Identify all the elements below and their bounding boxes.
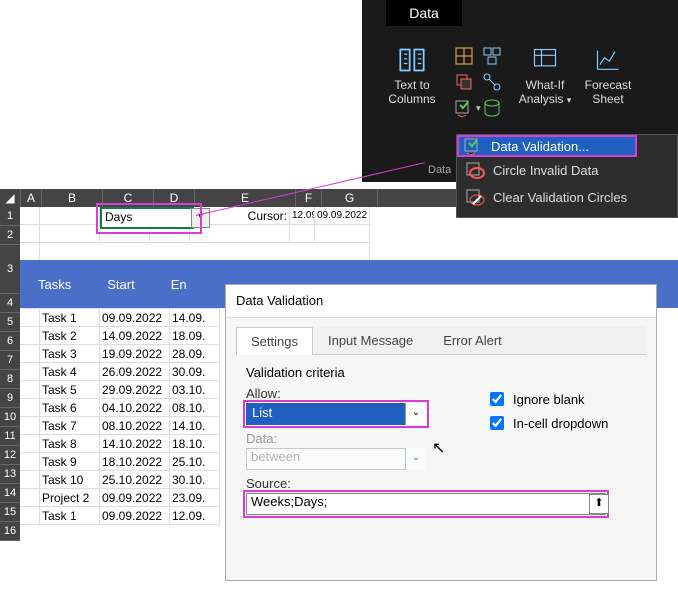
flash-fill-button[interactable] [454,46,474,66]
forecast-sheet-button[interactable]: Forecast Sheet [580,46,636,106]
row-header[interactable]: 3 [0,245,20,294]
remove-duplicates-button[interactable] [454,72,474,92]
relationships-button[interactable] [482,72,502,92]
tab-input-message[interactable]: Input Message [313,326,428,354]
row-header[interactable]: 14 [0,484,20,503]
row-header[interactable]: 5 [0,313,20,332]
menu-item-circle-invalid[interactable]: Circle Invalid Data [457,157,677,184]
col-header-g[interactable]: G [322,189,378,207]
row-header[interactable]: 11 [0,427,20,446]
row-header[interactable]: 1 [0,207,20,226]
text-to-columns-icon [398,46,426,74]
col-header-b[interactable]: B [42,189,103,207]
whatif-icon [531,46,559,74]
manage-data-model-button[interactable] [482,98,502,118]
col-header-d[interactable]: D [154,189,195,207]
dialog-tabs: Settings Input Message Error Alert [236,326,646,355]
row-header[interactable]: 7 [0,351,20,370]
remove-duplicates-icon [454,72,474,92]
row-header[interactable]: 15 [0,503,20,522]
tab-settings[interactable]: Settings [236,327,313,355]
data-validation-icon [454,98,474,118]
consolidate-icon [482,46,502,66]
cell-c1-dropdown[interactable]: Days ▾ [100,207,194,229]
incell-dropdown-checkbox[interactable]: In-cell dropdown [486,413,608,433]
col-header-c[interactable]: C [103,189,154,207]
validation-criteria-heading: Validation criteria [246,365,636,380]
row-header[interactable]: 10 [0,408,20,427]
range-picker-button[interactable]: ⬆ [589,494,609,514]
ignore-blank-checkbox[interactable]: Ignore blank [486,389,608,409]
data-select: between ⌄ [246,448,426,470]
data-validation-dialog: Data Validation Settings Input Message E… [225,284,657,581]
select-all-corner[interactable]: ◢ [0,189,21,207]
row-headers: 1 2 3 4 5 6 7 8 9 10 11 12 13 14 15 16 [0,207,20,541]
data-validation-flyout: Data Validation... Circle Invalid Data C… [456,134,678,218]
whatif-analysis-button[interactable]: What-If Analysis ▾ [516,46,574,106]
allow-select[interactable]: List ⌄ [246,403,426,425]
menu-item-data-validation[interactable]: Data Validation... [457,135,637,157]
chevron-down-icon: ▾ [476,103,481,114]
forecast-icon [594,46,622,74]
source-input[interactable]: Weeks;Days; [246,493,606,515]
data-validation-split-button[interactable]: ▾ [454,98,481,118]
row-header[interactable]: 16 [0,522,20,541]
data-model-icon [482,98,502,118]
consolidate-button[interactable] [482,46,502,66]
ribbon-group-label: Data [428,164,451,176]
source-label: Source: [246,476,636,491]
data-validation-icon [463,136,483,156]
clear-circles-icon [465,188,485,208]
row-header[interactable]: 13 [0,465,20,484]
row-header[interactable]: 12 [0,446,20,465]
col-header-f[interactable]: F [296,189,322,207]
col-header-a[interactable]: A [21,189,42,207]
col-header-e[interactable]: E [195,189,296,207]
menu-item-clear-circles[interactable]: Clear Validation Circles [457,184,677,211]
ribbon-tab-data[interactable]: Data [386,0,462,26]
row-header[interactable]: 4 [0,294,20,313]
cell-dropdown-button[interactable]: ▾ [191,208,210,228]
row-header[interactable]: 2 [0,226,20,245]
row-header[interactable]: 9 [0,389,20,408]
chevron-down-icon: ▾ [567,95,572,105]
row-header[interactable]: 6 [0,332,20,351]
flash-fill-icon [454,46,474,66]
tab-error-alert[interactable]: Error Alert [428,326,517,354]
row-header[interactable]: 8 [0,370,20,389]
circle-invalid-icon [465,161,485,181]
dialog-title: Data Validation [226,285,656,318]
text-to-columns-button[interactable]: Text to Columns [382,46,442,106]
relationships-icon [482,72,502,92]
